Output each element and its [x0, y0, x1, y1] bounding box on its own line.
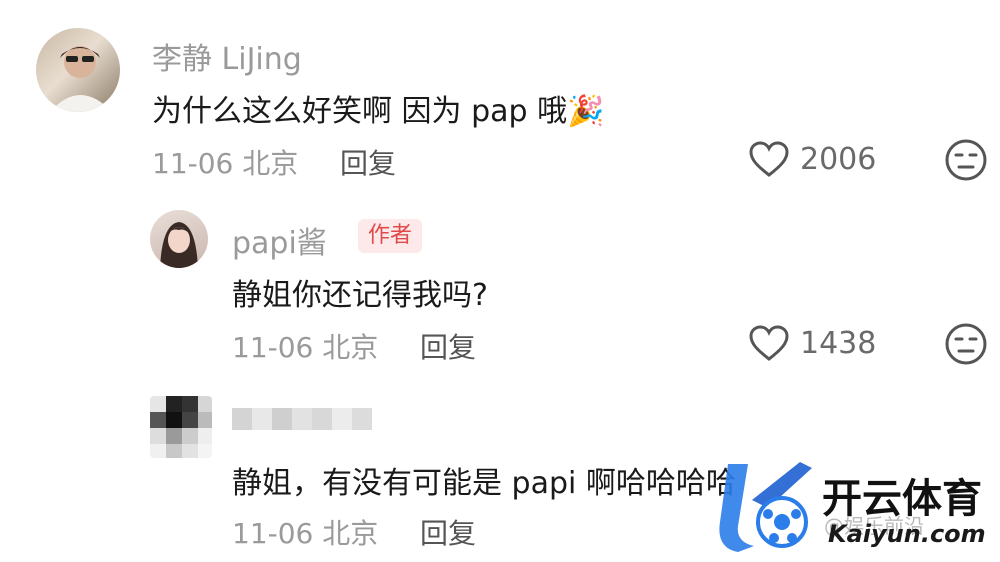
- comment-location: 北京: [322, 331, 379, 364]
- heart-outline-icon: [749, 325, 789, 361]
- avatar-blurred[interactable]: [150, 396, 212, 458]
- like-count: 2006: [800, 141, 877, 177]
- comment-username[interactable]: 李静 LiJing: [152, 34, 302, 78]
- comment-date: 11-06: [232, 517, 314, 550]
- k-soccer-logo: [719, 462, 812, 552]
- heart-outline-icon: [749, 141, 789, 177]
- comment-text: 静姐你还记得我吗?: [232, 278, 488, 313]
- comment-location: 北京: [322, 517, 379, 550]
- party-popper-icon: 🎉: [567, 94, 605, 129]
- blurred-username: [232, 404, 372, 434]
- comment-date: 11-06: [232, 331, 314, 364]
- comment-username[interactable]: papi酱: [232, 218, 327, 262]
- watermark-domain: Kaiyun.com: [828, 520, 986, 548]
- comment-location: 北京: [242, 147, 299, 180]
- comment-date: 11-06: [152, 147, 234, 180]
- comment-text: 静姐，有没有可能是 papi 啊哈哈哈哈: [232, 466, 736, 501]
- comment-meta: 11-06 北京: [232, 512, 378, 552]
- avatar[interactable]: [36, 28, 120, 112]
- watermark: 开云体育 @娱乐前沿 Kaiyun.com: [700, 452, 1000, 562]
- neutral-face-icon[interactable]: [944, 322, 988, 366]
- like-button[interactable]: 1438: [748, 324, 876, 362]
- comment-meta: 11-06 北京: [152, 142, 298, 182]
- reply-button[interactable]: 回复: [420, 326, 476, 366]
- author-badge: 作者: [358, 219, 423, 253]
- comment-text-body: 为什么这么好笑啊 因为 pap 哦: [152, 94, 568, 129]
- comment-meta: 11-06 北京: [232, 326, 378, 366]
- neutral-face-icon[interactable]: [944, 138, 988, 182]
- like-button[interactable]: 2006: [748, 140, 876, 178]
- avatar[interactable]: [150, 210, 208, 268]
- reply-button[interactable]: 回复: [420, 512, 476, 552]
- comment-text: 为什么这么好笑啊 因为 pap 哦🎉: [152, 86, 604, 130]
- reply-button[interactable]: 回复: [340, 142, 396, 182]
- like-count: 1438: [800, 325, 877, 361]
